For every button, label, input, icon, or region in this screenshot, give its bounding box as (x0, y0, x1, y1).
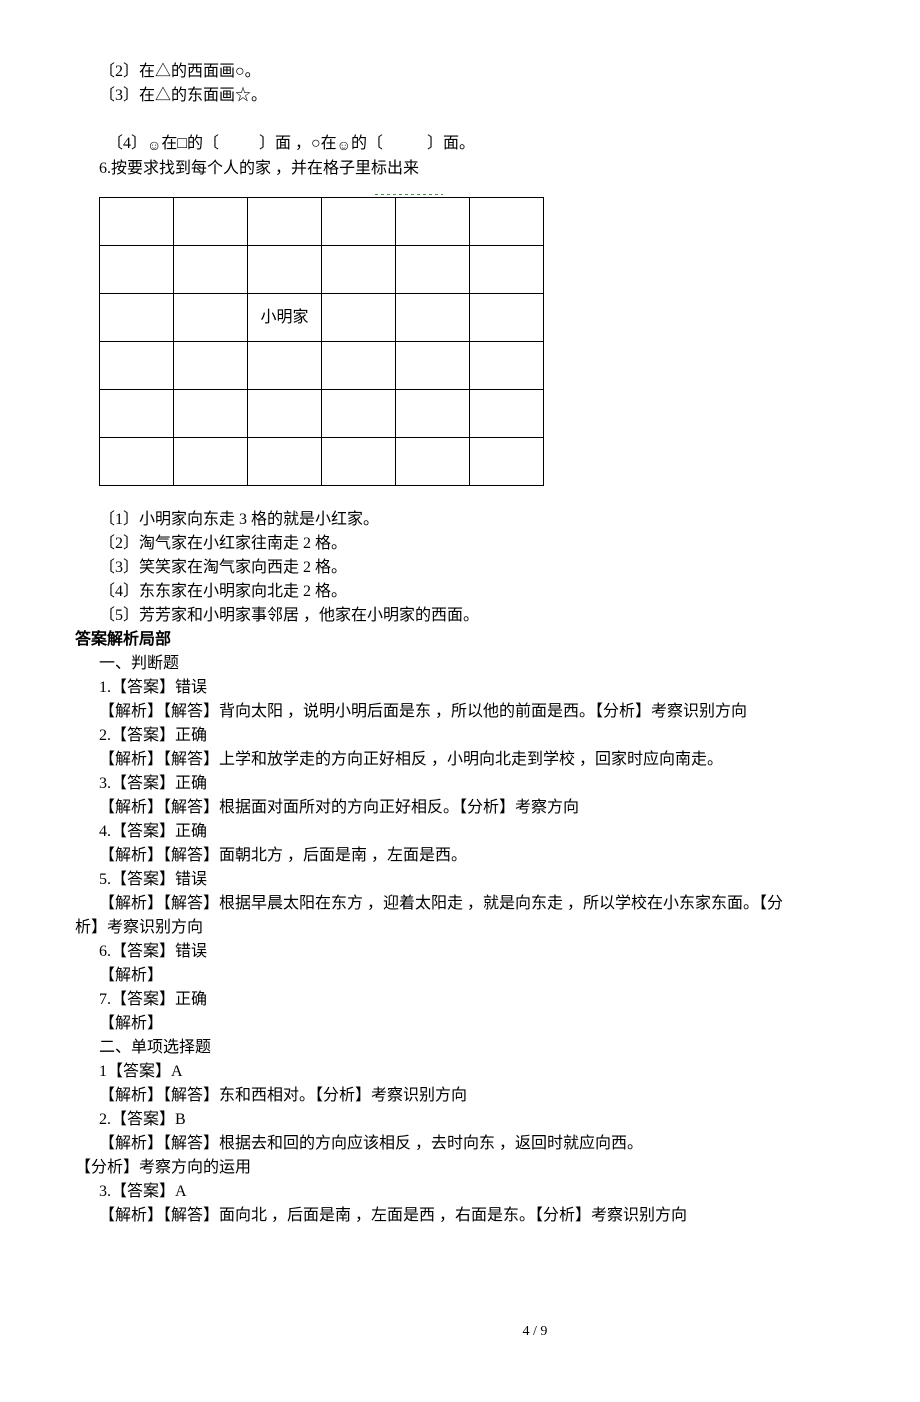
q6-sub1: 〔1〕小明家向东走 3 格的就是小红家。 (75, 508, 920, 532)
judge-2-answer: 2.【答案】正确 (75, 724, 920, 748)
q6-text: 6.按要求找到每个人的家 ，并在格子里标出来 (75, 157, 920, 181)
judge-6-explain: 【解析】 (75, 964, 920, 988)
mc-3-explain: 【解析】【解答】面向北 ，后面是南 ，左面是西 ，右面是东。【分析】考察识别方向 (75, 1204, 920, 1228)
table-row (100, 198, 544, 246)
judge-4-explain: 【解析】【解答】面朝北方 ，后面是南 ，左面是西。 (75, 844, 920, 868)
mc-2-analysis: 【分析】考察方向的运用 (75, 1156, 920, 1180)
judge-5-answer: 5.【答案】错误 (75, 868, 920, 892)
answers-header: 答案解析局部 (75, 628, 920, 652)
mc-1-answer: 1【答案】A (75, 1060, 920, 1084)
smiley-icon: ☺ (337, 136, 351, 157)
judge-2-explain: 【解析】【解答】上学和放学走的方向正好相反 ，小明向北走到学校 ，回家时应向南走… (75, 748, 920, 772)
judge-6-answer: 6.【答案】错误 (75, 940, 920, 964)
q6-sub5: 〔5〕芳芳家和小明家事邻居 ，他家在小明家的西面。 (75, 604, 920, 628)
q6-sub3: 〔3〕笑笑家在淘气家向西走 2 格。 (75, 556, 920, 580)
q3-text: 〔3〕在△的东面画☆。 (75, 84, 920, 108)
q4-part-c: 的〔 〕面。 (351, 135, 475, 152)
mc-1-explain: 【解析】【解答】东和西相对。【分析】考察识别方向 (75, 1084, 920, 1108)
q2-text: 〔2〕在△的西面画○。 (75, 60, 920, 84)
q4-part-a: 〔4〕 (107, 135, 147, 152)
judge-1-answer: 1.【答案】错误 (75, 676, 920, 700)
xiaoming-cell: 小明家 (248, 294, 322, 342)
q4-line: 〔4〕☺在□的〔 〕面 ，○在☺的〔 〕面。 (75, 108, 920, 157)
mc-3-answer: 3.【答案】A (75, 1180, 920, 1204)
table-row: 小明家 (100, 294, 544, 342)
table-row (100, 246, 544, 294)
judge-7-answer: 7.【答案】正确 (75, 988, 920, 1012)
mc-2-explain: 【解析】【解答】根据去和回的方向应该相反 ，去时向东 ，返回时就应向西。 (75, 1132, 920, 1156)
table-row (100, 342, 544, 390)
judge-4-answer: 4.【答案】正确 (75, 820, 920, 844)
judge-3-answer: 3.【答案】正确 (75, 772, 920, 796)
q6-sub2: 〔2〕淘气家在小红家往南走 2 格。 (75, 532, 920, 556)
grid-table: 小明家 (99, 197, 544, 486)
judge-5-explain1: 【解析】【解答】根据早晨太阳在东方 ，迎着太阳走 ，就是向东走 ，所以学校在小东… (75, 892, 920, 916)
table-row (100, 390, 544, 438)
q4-part-b: 在□的〔 〕面 ，○在 (161, 135, 336, 152)
page-number: 4 / 9 (75, 1321, 920, 1342)
judge-1-explain: 【解析】【解答】背向太阳 ，说明小明后面是东 ，所以他的前面是西。【分析】考察识… (75, 700, 920, 724)
table-row (100, 438, 544, 486)
mc-header: 二、单项选择题 (75, 1036, 920, 1060)
decorative-dotted-line (375, 185, 443, 195)
judge-7-explain: 【解析】 (75, 1012, 920, 1036)
judge-3-explain: 【解析】【解答】根据面对面所对的方向正好相反。【分析】考察方向 (75, 796, 920, 820)
judge-header: 一、判断题 (75, 652, 920, 676)
judge-5-explain2: 析】考察识别方向 (75, 916, 920, 940)
smiley-icon: ☺ (147, 136, 161, 157)
q6-sub4: 〔4〕东东家在小明家向北走 2 格。 (75, 580, 920, 604)
mc-2-answer: 2.【答案】B (75, 1108, 920, 1132)
